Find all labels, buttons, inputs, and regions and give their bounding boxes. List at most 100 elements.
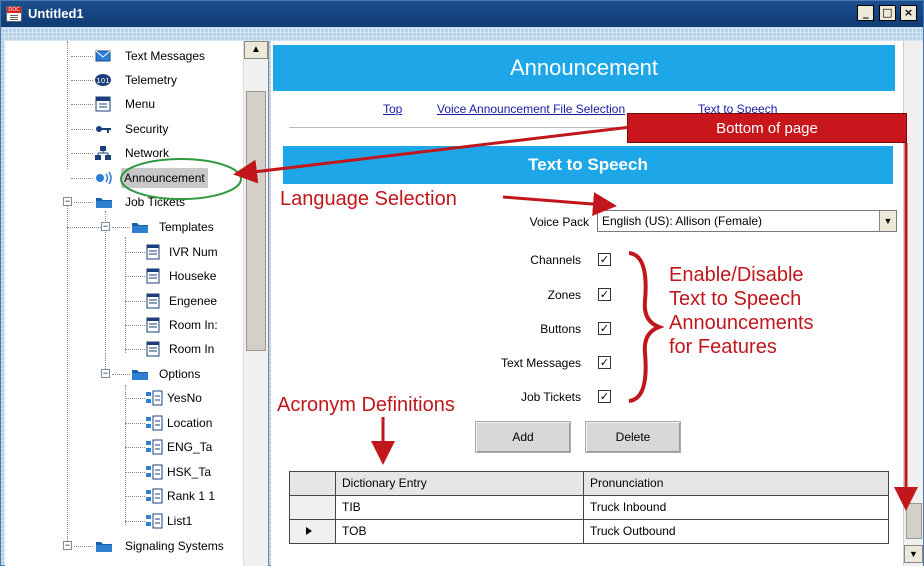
maximize-icon: □ — [881, 6, 893, 19]
tree-item-label: IVR Num — [169, 245, 218, 259]
tree-item-templates[interactable]: − Templates — [5, 217, 243, 237]
tree-item-menu[interactable]: Menu — [5, 94, 243, 114]
channels-checkbox[interactable]: ✓ — [598, 253, 611, 266]
folder-icon — [95, 194, 112, 210]
enable-disable-annotation: Enable/Disable Text to Speech Announceme… — [669, 263, 814, 359]
tree-item-label: Telemetry — [125, 73, 178, 87]
voice-pack-select[interactable]: English (US): Allison (Female) ▼ — [597, 210, 897, 232]
text-messages-checkbox[interactable]: ✓ — [598, 356, 611, 369]
tree-item-label: Engenee — [169, 294, 218, 308]
window-controls: _ □ × — [856, 5, 917, 21]
voice-pack-value: English (US): Allison (Female) — [602, 214, 763, 228]
options-icon — [145, 439, 163, 455]
tree-scroll-thumb[interactable] — [246, 91, 266, 351]
annotation-line: Text to Speech — [669, 288, 802, 310]
envelope-icon — [95, 48, 111, 64]
document-icon — [145, 317, 161, 333]
dictionary-entry-cell[interactable]: TOB — [336, 520, 584, 543]
tree-item-option[interactable]: Rank 1 1 — [5, 486, 243, 506]
scroll-up-arrow-icon[interactable]: ▲ — [244, 41, 268, 59]
tree-item-text-messages[interactable]: Text Messages — [5, 46, 243, 66]
tree-item-template[interactable]: Engenee — [5, 291, 243, 311]
collapse-toggle[interactable]: − — [63, 541, 72, 550]
tree-item-label: Announcement — [121, 168, 208, 188]
tree-item-label: ENG_Ta — [167, 440, 213, 454]
table-row[interactable]: TOB Truck Outbound — [290, 520, 888, 544]
tree-item-label: HSK_Ta — [167, 465, 212, 479]
title-bar[interactable]: Untitled1 _ □ × — [1, 1, 923, 27]
tree-item-template[interactable]: Room In — [5, 339, 243, 359]
minimize-button[interactable]: _ — [857, 5, 875, 21]
tree-item-template[interactable]: Room In: — [5, 315, 243, 335]
tree-item-announcement[interactable]: Announcement — [5, 168, 243, 188]
options-icon — [145, 513, 163, 529]
folder-icon — [131, 366, 148, 382]
feature-label: Channels — [530, 253, 581, 267]
tree-item-telemetry[interactable]: 101 Telemetry — [5, 70, 243, 90]
tree-scrollbar[interactable]: ▲ — [243, 41, 268, 566]
dictionary-entry-cell[interactable]: TIB — [336, 496, 584, 519]
delete-button[interactable]: Delete — [585, 421, 681, 453]
tree-item-security[interactable]: Security — [5, 119, 243, 139]
section-header: Text to Speech — [283, 146, 893, 184]
tree-item-option[interactable]: HSK_Ta — [5, 462, 243, 482]
document-app-icon — [6, 6, 22, 22]
options-icon — [145, 488, 163, 504]
add-button[interactable]: Add — [475, 421, 571, 453]
zones-checkbox[interactable]: ✓ — [598, 288, 611, 301]
tree-item-label: Security — [125, 122, 169, 136]
row-selector[interactable] — [290, 496, 336, 519]
voice-pack-label: Voice Pack — [529, 215, 589, 229]
pronunciation-cell[interactable]: Truck Inbound — [584, 496, 888, 519]
feature-label: Buttons — [540, 322, 581, 336]
job-tickets-checkbox[interactable]: ✓ — [598, 390, 611, 403]
tree-item-option[interactable]: YesNo — [5, 388, 243, 408]
tree-item-label: Room In: — [169, 318, 218, 332]
document-icon — [145, 268, 161, 284]
app-window: Untitled1 _ □ × Text Messages — [0, 0, 924, 566]
tree-item-label: Room In — [169, 342, 215, 356]
feature-label: Job Tickets — [520, 390, 581, 404]
tree-item-option[interactable]: List1 — [5, 511, 243, 531]
collapse-toggle[interactable]: − — [101, 222, 110, 231]
acronym-definitions-annotation: Acronym Definitions — [277, 394, 455, 416]
pronunciation-cell[interactable]: Truck Outbound — [584, 520, 888, 543]
tree-item-label: Menu — [125, 97, 156, 111]
nav-link-voice-announcement[interactable]: Voice Announcement File Selection — [437, 102, 625, 116]
chevron-down-icon[interactable]: ▼ — [879, 211, 896, 231]
column-header[interactable]: Dictionary Entry — [336, 472, 584, 495]
dictionary-grid: Dictionary Entry Pronunciation TIB Truck… — [289, 471, 889, 544]
tree-item-template[interactable]: IVR Num — [5, 242, 243, 262]
collapse-toggle[interactable]: − — [63, 197, 72, 206]
close-button[interactable]: × — [900, 5, 917, 21]
language-selection-annotation: Language Selection — [280, 188, 457, 210]
annotation-line: Enable/Disable — [669, 264, 804, 286]
tree-item-option[interactable]: Location — [5, 413, 243, 433]
nav-link-top[interactable]: Top — [383, 102, 402, 116]
tree-item-options[interactable]: − Options — [5, 364, 243, 384]
tree-item-template[interactable]: Houseke — [5, 266, 243, 286]
options-icon — [145, 464, 163, 480]
page-scroll-thumb[interactable] — [906, 503, 922, 539]
feature-label: Text Messages — [500, 356, 581, 370]
row-header-corner — [290, 472, 336, 495]
table-row[interactable]: TIB Truck Inbound — [290, 496, 888, 520]
telemetry-icon: 101 — [95, 72, 111, 88]
maximize-button[interactable]: □ — [878, 5, 896, 21]
tree-item-label: List1 — [167, 514, 193, 528]
tree-item-option[interactable]: ENG_Ta — [5, 437, 243, 457]
buttons-checkbox[interactable]: ✓ — [598, 322, 611, 335]
tree-item-job-tickets[interactable]: − Job Tickets — [5, 192, 243, 212]
document-icon — [145, 293, 161, 309]
tree-item-label: Text Messages — [125, 49, 206, 63]
close-icon: × — [903, 6, 914, 19]
page-banner: Announcement — [273, 45, 895, 91]
tree-item-network[interactable]: Network — [5, 143, 243, 163]
column-header[interactable]: Pronunciation — [584, 472, 888, 495]
scroll-down-arrow-icon[interactable]: ▼ — [904, 545, 923, 563]
tree-item-signaling-systems[interactable]: − Signaling Systems — [5, 536, 243, 556]
collapse-toggle[interactable]: − — [101, 369, 110, 378]
row-selector[interactable] — [290, 520, 336, 543]
tree-item-label: Location — [167, 416, 213, 430]
tree-item-label: Templates — [159, 220, 214, 234]
